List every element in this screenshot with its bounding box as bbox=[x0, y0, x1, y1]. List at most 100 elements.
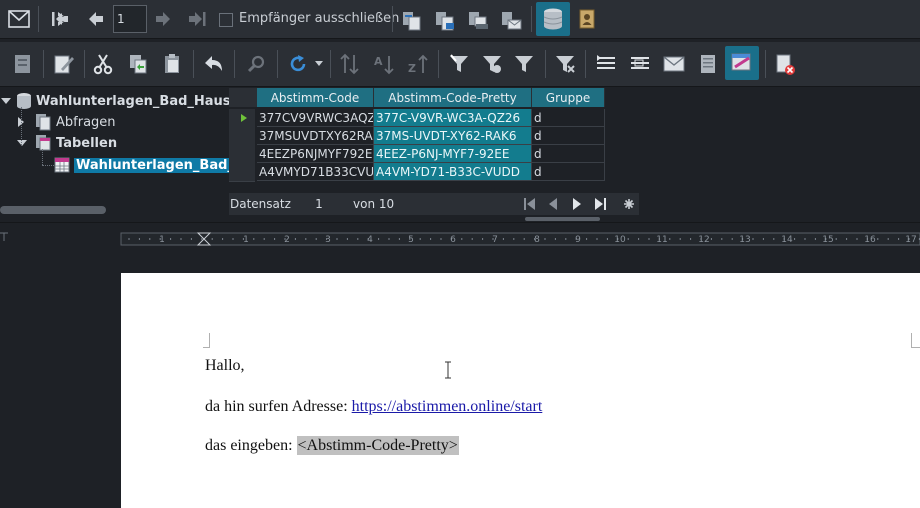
data-to-text-icon[interactable] bbox=[593, 51, 619, 77]
table-cell[interactable]: A4VMYD71B33CVU bbox=[257, 163, 374, 181]
save-merged-icon[interactable] bbox=[432, 7, 458, 33]
close-data-source-icon[interactable] bbox=[772, 51, 798, 77]
table-icon bbox=[54, 157, 70, 173]
row-header[interactable] bbox=[229, 127, 255, 146]
table-cell[interactable]: 37MSUVDTXY62RA bbox=[257, 127, 374, 145]
record-nav-total: von 10 bbox=[353, 197, 395, 211]
data-grid: Abstimm-Code Abstimm-Code-Pretty Gruppe … bbox=[229, 87, 920, 221]
ruler-number: 16 bbox=[864, 235, 876, 245]
ruler-number: 1 bbox=[159, 235, 165, 245]
ruler-number: 1 bbox=[243, 235, 249, 245]
column-header[interactable]: Abstimm-Code bbox=[257, 88, 374, 107]
data-source-toggle-icon[interactable] bbox=[536, 2, 570, 36]
exclude-recipient-checkbox[interactable] bbox=[219, 13, 233, 27]
ruler-number: 3 bbox=[325, 235, 331, 245]
table-cell[interactable]: d bbox=[532, 145, 605, 163]
send-email-icon[interactable] bbox=[498, 7, 524, 33]
copy-icon[interactable] bbox=[125, 51, 151, 77]
sort-descending-icon[interactable]: Z bbox=[405, 51, 431, 77]
table-cell[interactable]: A4VM-YD71-B33C-VUDD bbox=[374, 163, 532, 181]
record-nav-label: Datensatz bbox=[230, 197, 291, 211]
table-cell[interactable]: 4EEZP6NJMYF792EI bbox=[257, 145, 374, 163]
last-record-icon[interactable] bbox=[186, 7, 210, 31]
mail-merge-envelope-icon[interactable] bbox=[661, 51, 687, 77]
ruler-number: 2 bbox=[284, 235, 290, 245]
standard-filter-icon[interactable] bbox=[511, 51, 537, 77]
table-cell[interactable]: 377CV9VRWC3AQZ bbox=[257, 109, 374, 127]
text-cursor-icon bbox=[445, 361, 451, 379]
record-edit-icon[interactable] bbox=[51, 51, 77, 77]
table-cell[interactable]: 377C-V9VR-WC3A-QZ26 bbox=[374, 109, 532, 127]
ruler-number: 15 bbox=[822, 235, 833, 245]
mail-merge-icon[interactable] bbox=[6, 6, 32, 32]
reset-filter-icon[interactable] bbox=[552, 51, 578, 77]
ruler-number: 9 bbox=[575, 235, 581, 245]
column-header[interactable]: Gruppe bbox=[532, 88, 605, 107]
current-row-arrow-icon bbox=[241, 114, 247, 122]
svg-text:Z: Z bbox=[408, 62, 416, 75]
grid-horizontal-scrollbar[interactable] bbox=[525, 217, 600, 221]
filter-selection-icon[interactable] bbox=[479, 51, 505, 77]
row-header-current[interactable] bbox=[229, 109, 255, 128]
tree-root-label: Wahlunterlagen_Bad_Hause bbox=[36, 93, 240, 109]
refresh-icon[interactable] bbox=[285, 51, 311, 77]
sort-icon[interactable] bbox=[337, 51, 363, 77]
row-header[interactable] bbox=[229, 163, 255, 182]
next-record-icon[interactable] bbox=[151, 7, 175, 31]
find-icon[interactable] bbox=[243, 51, 269, 77]
tree-item-queries[interactable]: Abfragen bbox=[16, 112, 116, 132]
table-cell[interactable]: 4EEZ-P6NJ-MYF7-92EE bbox=[374, 145, 532, 163]
document-line-code: das eingeben: <Abstimm-Code-Pretty> bbox=[205, 436, 459, 455]
tree-item-selected-table-label: Wahlunterlagen_Bad_ bbox=[74, 157, 236, 173]
queries-icon bbox=[36, 114, 51, 131]
nav-first-icon[interactable] bbox=[521, 196, 537, 212]
autofilter-icon[interactable] bbox=[446, 51, 472, 77]
address-link[interactable]: https://abstimmen.online/start bbox=[352, 398, 543, 415]
edit-document-icon[interactable] bbox=[399, 7, 425, 33]
ruler-number: 11 bbox=[656, 235, 667, 245]
record-number-value: 1 bbox=[117, 12, 125, 26]
first-record-icon[interactable] bbox=[48, 7, 72, 31]
nav-new-record-icon[interactable] bbox=[621, 196, 637, 212]
sort-ascending-icon[interactable]: A bbox=[371, 51, 397, 77]
record-number-input[interactable]: 1 bbox=[113, 5, 147, 33]
merge-field[interactable]: <Abstimm-Code-Pretty> bbox=[296, 436, 459, 455]
tree-item-tables-label: Tabellen bbox=[56, 135, 118, 151]
record-nav-input[interactable]: 1 bbox=[289, 193, 349, 215]
tree-horizontal-scrollbar[interactable] bbox=[0, 206, 106, 214]
tree-item-tables[interactable]: Tabellen bbox=[16, 133, 117, 153]
horizontal-ruler[interactable]: 1 1 2 3 4 5 6 7 8 9 10 11 12 13 14 15 16 17 bbox=[0, 222, 920, 257]
data-source-current-document-icon[interactable] bbox=[695, 51, 721, 77]
undo-icon[interactable] bbox=[200, 51, 226, 77]
tree-item-queries-label: Abfragen bbox=[56, 114, 116, 130]
refresh-dropdown-chevron-down-icon[interactable] bbox=[312, 51, 326, 77]
ruler-number: 17 bbox=[905, 235, 916, 245]
ruler-number: 6 bbox=[450, 235, 456, 245]
document-page[interactable] bbox=[121, 273, 920, 508]
expand-icon[interactable] bbox=[0, 95, 12, 107]
previous-record-icon[interactable] bbox=[84, 7, 108, 31]
nav-next-icon[interactable] bbox=[569, 196, 585, 212]
data-to-fields-icon[interactable] bbox=[627, 51, 653, 77]
edit-data-icon[interactable] bbox=[10, 51, 36, 77]
nav-last-icon[interactable] bbox=[593, 196, 609, 212]
nav-previous-icon[interactable] bbox=[545, 196, 561, 212]
print-merged-icon[interactable] bbox=[465, 7, 491, 33]
code-prefix: das eingeben: bbox=[205, 437, 297, 454]
table-cell[interactable]: d bbox=[532, 127, 605, 145]
address-book-icon[interactable] bbox=[576, 7, 598, 31]
paste-icon[interactable] bbox=[159, 51, 185, 77]
ruler-number: 14 bbox=[781, 235, 793, 245]
table-cell[interactable]: 37MS-UVDT-XY62-RAK6 bbox=[374, 127, 532, 145]
datasource-toolbar: A Z bbox=[0, 42, 920, 87]
table-cell[interactable]: d bbox=[532, 109, 605, 127]
ruler-number: 8 bbox=[534, 235, 540, 245]
tree-root[interactable]: Wahlunterlagen_Bad_Hause bbox=[0, 91, 239, 111]
tree-item-selected-table[interactable]: Wahlunterlagen_Bad_ bbox=[54, 155, 236, 175]
table-cell[interactable]: d bbox=[532, 163, 605, 181]
cut-icon[interactable] bbox=[90, 51, 116, 77]
column-header[interactable]: Abstimm-Code-Pretty bbox=[374, 88, 532, 107]
explorer-on-off-icon[interactable] bbox=[725, 46, 759, 80]
database-tree: Wahlunterlagen_Bad_Hause Abfragen Tabell… bbox=[0, 87, 239, 217]
row-header[interactable] bbox=[229, 145, 255, 164]
